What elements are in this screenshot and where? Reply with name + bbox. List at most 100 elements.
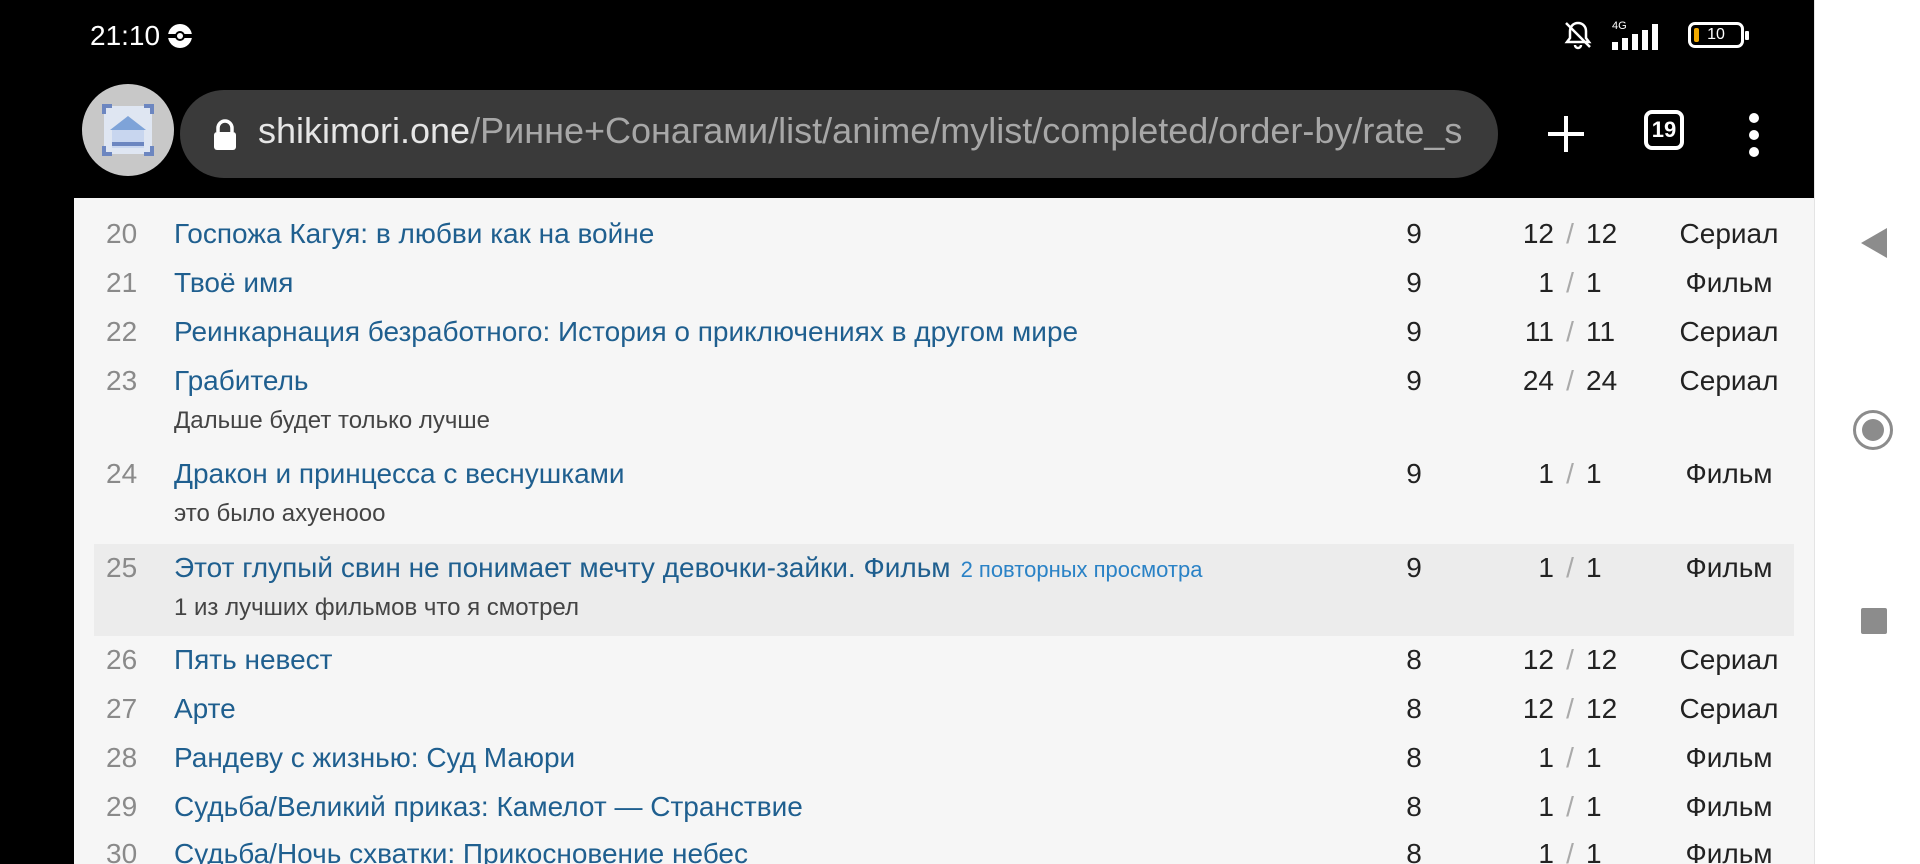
url-text[interactable]: shikimori.one/Ринне+Сонагами/list/anime/… — [258, 110, 1462, 152]
episodes-total: 24 — [1586, 365, 1618, 396]
url-bar[interactable]: shikimori.one/Ринне+Сонагами/list/anime/… — [180, 90, 1498, 178]
item-number: 25 — [106, 552, 138, 583]
list-item-highlighted: 25 Этот глупый свин не понимает мечту де… — [94, 544, 1794, 636]
item-number: 27 — [106, 693, 138, 724]
item-score: 9 — [1406, 552, 1422, 583]
item-score: 8 — [1406, 644, 1422, 675]
status-bar: 21:10 4G 10 — [0, 0, 1814, 74]
episodes-total: 1 — [1586, 742, 1602, 773]
item-kind: Сериал — [1679, 218, 1779, 249]
network-type: 4G — [1612, 20, 1627, 32]
item-score: 9 — [1406, 218, 1422, 249]
episodes-total: 12 — [1586, 218, 1618, 249]
rewatch-count-link[interactable]: 2 повторных просмотра — [961, 557, 1203, 582]
anime-title-link[interactable]: Пять невест — [174, 644, 332, 676]
home-nav-dot — [1862, 419, 1884, 441]
url-host: shikimori.one — [258, 110, 471, 151]
item-score: 9 — [1406, 316, 1422, 347]
home-nav-icon[interactable] — [1853, 410, 1893, 450]
home-icon — [102, 104, 154, 156]
anime-title-link[interactable]: Судьба/Великий приказ: Камелот — Странст… — [174, 791, 803, 823]
episodes-total: 1 — [1586, 791, 1602, 822]
item-kind: Фильм — [1685, 458, 1773, 489]
item-kind: Фильм — [1685, 791, 1773, 822]
item-kind: Сериал — [1679, 693, 1779, 724]
more-menu-icon[interactable] — [1740, 110, 1768, 160]
item-number: 30 — [106, 838, 138, 864]
list-item: 21 Твоё имя 9 1 / 1 Фильм — [94, 267, 1794, 313]
anime-title-link[interactable]: Судьба/Ночь схватки: Прикосновение небес — [174, 838, 748, 864]
recents-icon[interactable] — [1861, 608, 1887, 634]
list-item: 27 Арте 8 12 / 12 Сериал — [94, 693, 1794, 739]
episodes-watched: 12 — [1522, 644, 1554, 675]
tab-switcher-button[interactable]: 19 — [1644, 110, 1684, 150]
episodes-separator: / — [1566, 644, 1574, 675]
item-number: 21 — [106, 267, 138, 298]
item-comment: 1 из лучших фильмов что я смотрел — [174, 594, 579, 621]
list-item: 24 Дракон и принцесса с веснушками это б… — [94, 458, 1794, 544]
list-item: 22 Реинкарнация безработного: История о … — [94, 316, 1794, 362]
episodes-separator: / — [1566, 552, 1574, 583]
episodes-watched: 1 — [1538, 838, 1554, 864]
episodes-total: 12 — [1586, 644, 1618, 675]
item-number: 22 — [106, 316, 138, 347]
signal-icon: 4G — [1612, 20, 1658, 50]
anime-title-link[interactable]: Арте — [174, 693, 236, 725]
episodes-separator: / — [1566, 267, 1574, 298]
lock-icon — [214, 119, 236, 150]
anime-title-link[interactable]: Рандеву с жизнью: Суд Маюри — [174, 742, 575, 774]
battery-icon: 10 — [1688, 22, 1749, 48]
item-comment: Дальше будет только лучше — [174, 407, 490, 434]
episodes-separator: / — [1566, 693, 1574, 724]
episodes-watched: 1 — [1538, 552, 1554, 583]
item-comment: это было ахуенооо — [174, 500, 386, 527]
list-item: 20 Госпожа Кагуя: в любви как на войне 9… — [94, 218, 1794, 264]
anime-title-link[interactable]: Твоё имя — [174, 267, 293, 299]
episodes-separator: / — [1566, 742, 1574, 773]
episodes-separator: / — [1566, 458, 1574, 489]
item-score: 8 — [1406, 791, 1422, 822]
episodes-separator: / — [1566, 365, 1574, 396]
item-kind: Фильм — [1685, 552, 1773, 583]
back-icon[interactable] — [1859, 226, 1889, 260]
episodes-watched: 1 — [1538, 458, 1554, 489]
episodes-separator: / — [1566, 316, 1574, 347]
episodes-separator: / — [1566, 838, 1574, 864]
episodes-separator: / — [1566, 218, 1574, 249]
list-item: 29 Судьба/Великий приказ: Камелот — Стра… — [94, 791, 1794, 837]
list-item: 26 Пять невест 8 12 / 12 Сериал — [94, 644, 1794, 690]
episodes-total: 11 — [1586, 316, 1616, 347]
item-number: 20 — [106, 218, 138, 249]
item-kind: Фильм — [1685, 838, 1773, 864]
episodes-watched: 1 — [1538, 791, 1554, 822]
status-icons: 4G 10 — [1562, 18, 1749, 52]
item-score: 9 — [1406, 267, 1422, 298]
item-score: 8 — [1406, 838, 1422, 864]
anime-title-link[interactable]: Этот глупый свин не понимает мечту девоч… — [174, 552, 951, 583]
episodes-total: 12 — [1586, 693, 1618, 724]
episodes-watched: 1 — [1538, 267, 1554, 298]
anime-title-link[interactable]: Реинкарнация безработного: История о при… — [174, 316, 1078, 348]
item-score: 8 — [1406, 693, 1422, 724]
item-kind: Фильм — [1685, 742, 1773, 773]
anime-title-link[interactable]: Грабитель — [174, 365, 309, 397]
anime-title-link[interactable]: Госпожа Кагуя: в любви как на войне — [174, 218, 654, 250]
episodes-watched: 12 — [1522, 218, 1554, 249]
system-navigation-bar — [1814, 0, 1920, 864]
item-kind: Сериал — [1679, 644, 1779, 675]
tabs-count: 19 — [1651, 117, 1677, 142]
anime-list-page: 20 Госпожа Кагуя: в любви как на войне 9… — [74, 198, 1814, 864]
new-tab-button[interactable] — [1544, 112, 1588, 156]
mute-icon — [1564, 21, 1592, 50]
battery-level — [1694, 28, 1699, 42]
home-button[interactable] — [82, 84, 174, 176]
list-item: 28 Рандеву с жизнью: Суд Маюри 8 1 / 1 Ф… — [94, 742, 1794, 788]
item-score: 8 — [1406, 742, 1422, 773]
browser-toolbar: shikimori.one/Ринне+Сонагами/list/anime/… — [0, 74, 1814, 198]
battery-percent: 10 — [1707, 26, 1725, 43]
item-number: 26 — [106, 644, 138, 675]
status-time: 21:10 — [90, 20, 161, 51]
episodes-watched: 1 — [1538, 742, 1554, 773]
anime-title-link[interactable]: Дракон и принцесса с веснушками — [174, 458, 625, 490]
list-item: 23 Грабитель Дальше будет только лучше 9… — [94, 365, 1794, 451]
